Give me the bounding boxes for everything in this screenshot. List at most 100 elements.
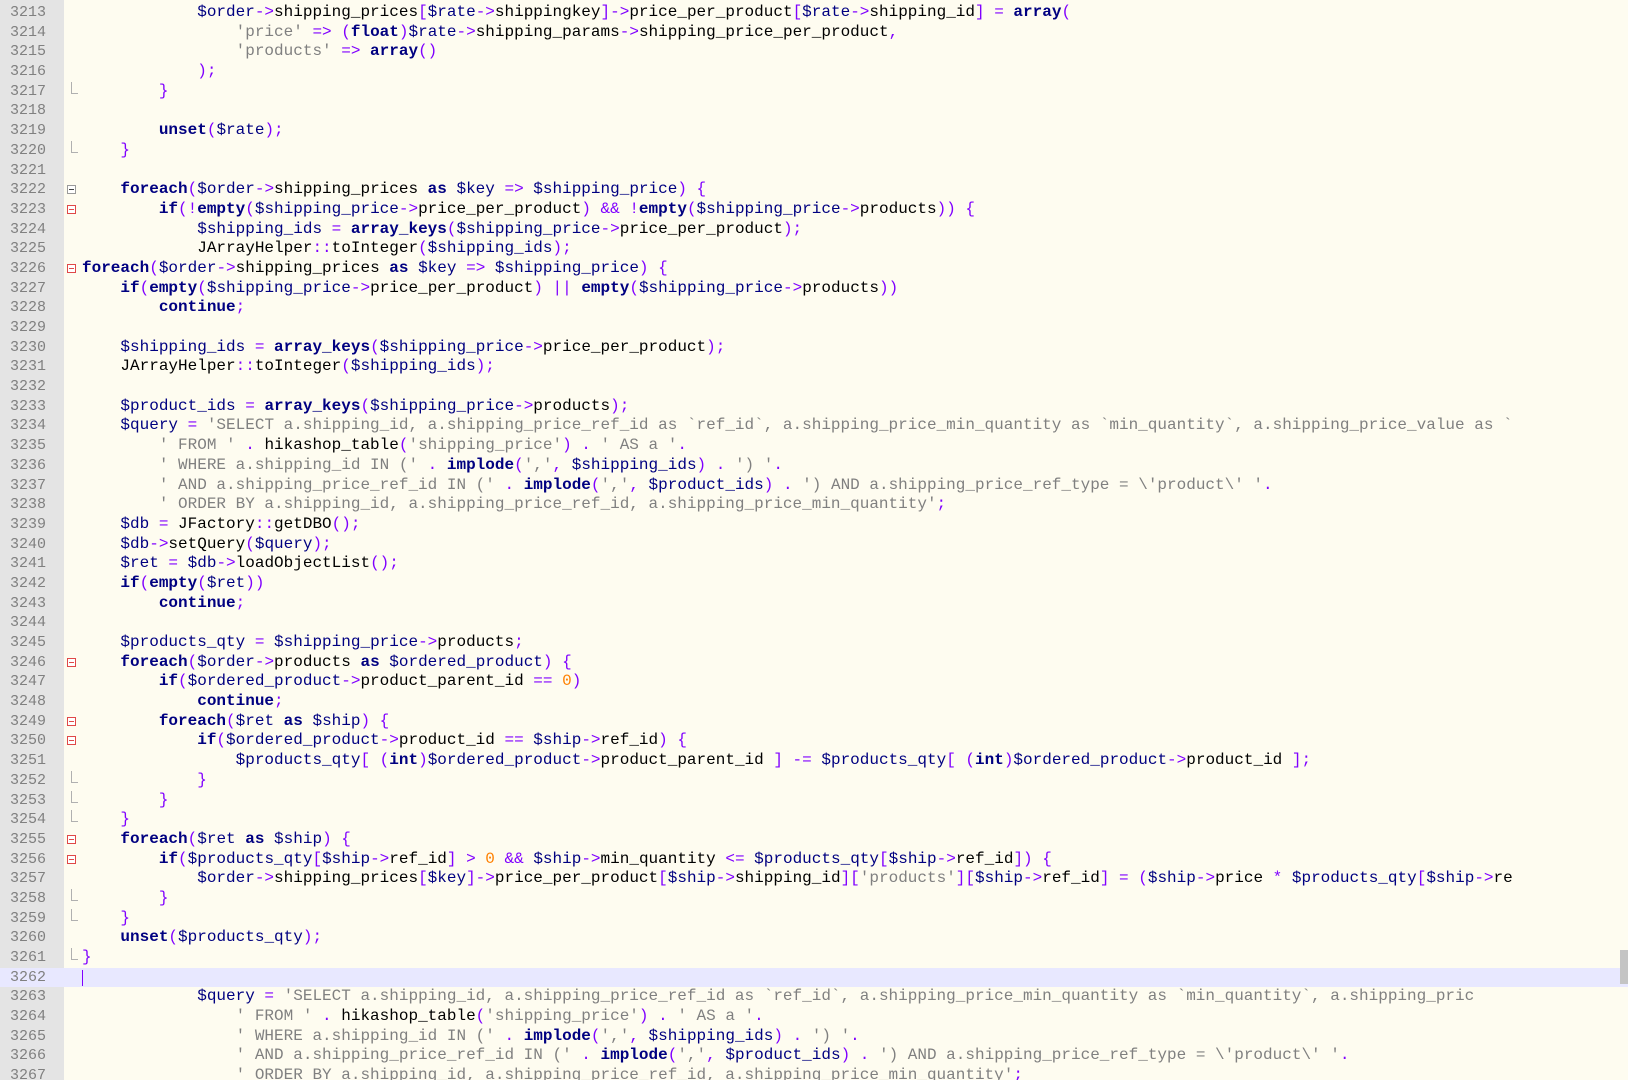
code-line[interactable]: 3240 $db->setQuery($query); <box>0 535 1628 555</box>
code-line[interactable]: 3256 if($products_qty[$ship->ref_id] > 0… <box>0 850 1628 870</box>
code-line[interactable]: 3249 foreach($ret as $ship) { <box>0 712 1628 732</box>
code-line[interactable]: 3215 'products' => array() <box>0 42 1628 62</box>
code-line[interactable]: 3238 ' ORDER BY a.shipping_id, a.shippin… <box>0 495 1628 515</box>
code-line[interactable]: 3228 continue; <box>0 298 1628 318</box>
code-line[interactable]: 3227 if(empty($shipping_price->price_per… <box>0 279 1628 299</box>
token-op: , <box>629 1026 649 1045</box>
code-line[interactable]: 3245 $products_qty = $shipping_price->pr… <box>0 633 1628 653</box>
code-line[interactable]: 3222 foreach($order->shipping_prices as … <box>0 180 1628 200</box>
code-line[interactable]: 3219 unset($rate); <box>0 121 1628 141</box>
code-line[interactable]: 3223 if(!empty($shipping_price->price_pe… <box>0 200 1628 220</box>
code-line[interactable]: 3220 } <box>0 140 1628 161</box>
line-number: 3238 <box>9 496 46 514</box>
token-var: $order <box>197 3 255 21</box>
line-number: 3230 <box>9 338 46 356</box>
code-line[interactable]: 3267 ' ORDER BY a.shipping_id, a.shippin… <box>0 1066 1628 1080</box>
line-number: 3249 <box>9 712 46 730</box>
code-line[interactable]: 3213 $order->shipping_prices[$rate->ship… <box>0 3 1628 23</box>
code-line[interactable]: 3225 JArrayHelper::toInteger($shipping_i… <box>0 239 1628 259</box>
code-line[interactable]: 3236 ' WHERE a.shipping_id IN (' . implo… <box>0 456 1628 476</box>
token-plain: shipping_id <box>869 3 976 21</box>
token-plain: shipping_price_per_product <box>638 22 889 41</box>
code-line[interactable]: 3224 $shipping_ids = array_keys($shippin… <box>0 220 1628 240</box>
fold-toggle-icon[interactable] <box>67 185 76 195</box>
code-line[interactable]: 3231 JArrayHelper::toInteger($shipping_i… <box>0 357 1628 377</box>
token-op: . <box>418 455 447 474</box>
line-number: 3243 <box>9 594 46 612</box>
code-lines[interactable]: 3213 $order->shipping_prices[$rate->ship… <box>0 3 1628 1080</box>
token-str: 'products' <box>235 42 332 61</box>
token-var: $ship <box>1426 869 1475 888</box>
code-line[interactable]: 3253 } <box>0 790 1628 811</box>
code-line[interactable]: 3244 <box>0 613 1628 633</box>
code-line[interactable]: 3246 foreach($order->products as $ordere… <box>0 653 1628 673</box>
code-line[interactable]: 3262 <box>0 967 1628 988</box>
code-line[interactable]: 3259 } <box>0 908 1628 929</box>
code-line[interactable]: 3261} <box>0 948 1628 968</box>
code-line[interactable]: 3255 foreach($ret as $ship) { <box>0 830 1628 850</box>
code-text: if(!empty($shipping_price->price_per_pro… <box>82 200 975 220</box>
code-line[interactable]: 3252 } <box>0 770 1628 791</box>
fold-toggle-icon[interactable] <box>67 834 76 844</box>
code-text: foreach($order->shipping_prices as $key … <box>82 259 668 279</box>
code-line[interactable]: 3260 unset($products_qty); <box>0 928 1628 948</box>
fold-toggle-icon[interactable] <box>67 657 76 667</box>
token-op: => ( <box>302 22 351 41</box>
token-op: -> <box>581 731 601 750</box>
code-text: ' ORDER BY a.shipping_id, a.shipping_pri… <box>82 1066 1023 1080</box>
token-op: -> <box>254 652 275 671</box>
code-line[interactable]: 3230 $shipping_ids = array_keys($shippin… <box>0 338 1628 358</box>
code-line[interactable]: 3235 ' FROM ' . hikashop_table('shipping… <box>0 436 1628 456</box>
code-line[interactable]: 3242 if(empty($ret)) <box>0 574 1628 594</box>
code-line[interactable]: 3263 $query = 'SELECT a.shipping_id, a.s… <box>0 987 1628 1007</box>
vertical-scrollbar-thumb[interactable] <box>1620 950 1628 984</box>
token-op: ]) { <box>1013 849 1052 868</box>
code-line[interactable]: 3239 $db = JFactory::getDBO(); <box>0 515 1628 535</box>
code-line[interactable]: 3214 'price' => (float)$rate->shipping_p… <box>0 23 1628 43</box>
code-line[interactable]: 3254 } <box>0 810 1628 830</box>
code-line[interactable]: 3229 <box>0 318 1628 338</box>
code-line[interactable]: 3226 foreach($order->shipping_prices as $… <box>0 259 1628 279</box>
fold-toggle-icon[interactable] <box>67 736 76 746</box>
token-var: $product_ids <box>725 1046 841 1065</box>
fold-toggle-icon[interactable] <box>67 716 76 726</box>
code-line[interactable]: 3247 if($ordered_product->product_parent… <box>0 672 1628 692</box>
code-line[interactable]: 3243 continue; <box>0 594 1628 614</box>
code-line[interactable]: 3251 $products_qty[ (int)$ordered_produc… <box>0 751 1628 771</box>
token-var: $ordered_product <box>379 652 543 671</box>
code-line[interactable]: 3241 $ret = $db->loadObjectList(); <box>0 554 1628 574</box>
token-str: ' ORDER BY a.shipping_id, a.shipping_pri… <box>235 1066 1014 1080</box>
token-kw: as <box>245 829 265 848</box>
fold-toggle-icon[interactable] <box>67 204 76 214</box>
fold-end-marker <box>71 810 78 823</box>
code-line[interactable]: 3257 $order->shipping_prices[$key]->pric… <box>0 869 1628 889</box>
token-kw: empty <box>149 573 198 592</box>
code-line[interactable]: 3265 ' WHERE a.shipping_id IN (' . implo… <box>0 1027 1628 1047</box>
token-plain: shipping_prices <box>235 258 390 277</box>
code-line[interactable]: 3250 if($ordered_product->product_id == … <box>0 731 1628 751</box>
code-line[interactable]: 3221 <box>0 161 1628 181</box>
code-line[interactable]: 3258 } <box>0 888 1628 909</box>
code-line[interactable]: 3234 $query = 'SELECT a.shipping_id, a.s… <box>0 416 1628 436</box>
code-line[interactable]: 3248 continue; <box>0 692 1628 712</box>
code-line[interactable]: 3232 <box>0 377 1628 397</box>
code-line[interactable]: 3218 <box>0 101 1628 121</box>
token-op: . <box>677 436 687 455</box>
fold-toggle-icon[interactable] <box>67 854 76 864</box>
token-var: $key <box>427 869 467 888</box>
fold-toggle-icon[interactable] <box>67 263 76 273</box>
line-number: 3267 <box>9 1067 46 1080</box>
code-line[interactable]: 3217 } <box>0 81 1628 102</box>
code-line[interactable]: 3233 $product_ids = array_keys($shipping… <box>0 397 1628 417</box>
code-line[interactable]: 3264 ' FROM ' . hikashop_table('shipping… <box>0 1007 1628 1027</box>
line-number: 3221 <box>9 161 46 179</box>
token-op: . <box>754 1007 764 1026</box>
code-line[interactable]: 3266 ' AND a.shipping_price_ref_id IN ('… <box>0 1046 1628 1066</box>
token-op: -> <box>581 751 601 770</box>
token-op: ; <box>235 298 246 317</box>
code-editor[interactable]: 3213 $order->shipping_prices[$rate->ship… <box>0 0 1628 1080</box>
code-line[interactable]: 3237 ' AND a.shipping_price_ref_id IN ('… <box>0 476 1628 496</box>
code-line[interactable]: 3216 ); <box>0 62 1628 82</box>
